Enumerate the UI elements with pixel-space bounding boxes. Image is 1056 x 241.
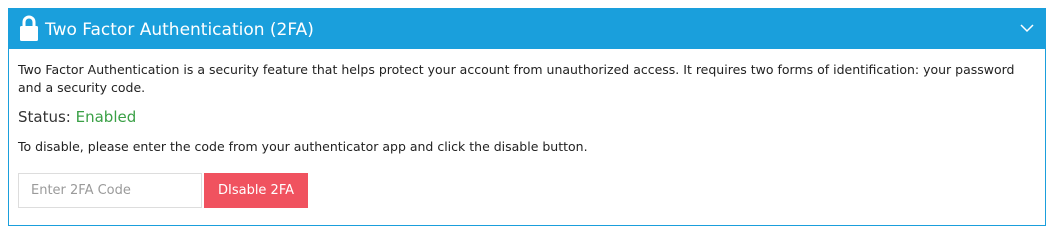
instructions-text: To disable, please enter the code from y…	[18, 139, 588, 154]
status-line: Status: Enabled	[18, 107, 136, 127]
panel-body: Two Factor Authentication is a security …	[18, 61, 1028, 208]
chevron-down-icon[interactable]	[1020, 24, 1034, 33]
status-value: Enabled	[75, 108, 137, 126]
panel-title: Two Factor Authentication (2FA)	[45, 20, 314, 40]
panel-header[interactable]: Two Factor Authentication (2FA)	[9, 9, 1045, 49]
description-text: Two Factor Authentication is a security …	[18, 62, 1015, 95]
status-label: Status:	[18, 108, 76, 126]
disable-2fa-button[interactable]: DIsable 2FA	[204, 173, 308, 208]
lock-icon	[20, 15, 38, 41]
2fa-code-input[interactable]	[18, 173, 202, 208]
two-factor-panel: Two Factor Authentication (2FA) Two Fact…	[8, 8, 1046, 226]
